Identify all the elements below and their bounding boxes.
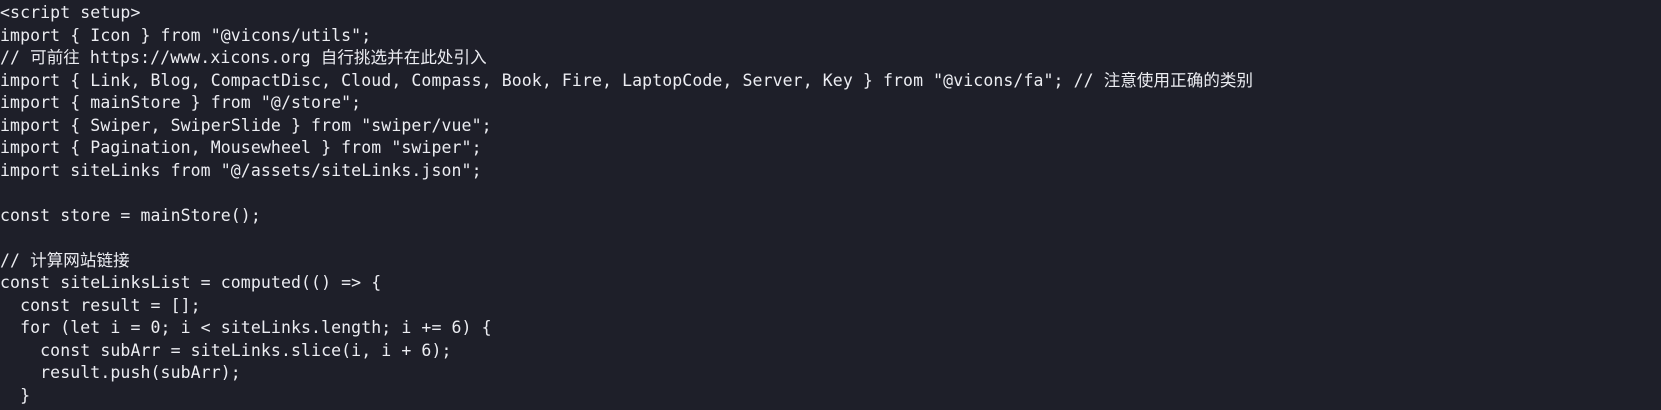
code-line-14: const result = [];: [0, 295, 201, 315]
code-editor[interactable]: <script setup> import { Icon } from "@vi…: [0, 0, 1661, 410]
code-line-15: for (let i = 0; i < siteLinks.length; i …: [0, 318, 492, 337]
code-line-18: }: [0, 385, 31, 405]
code-line-10: const store = mainStore();: [0, 205, 261, 225]
code-line-6: import { Swiper, SwiperSlide } from "swi…: [0, 115, 492, 135]
code-line-13: const siteLinksList = computed(() => {: [0, 273, 382, 292]
code-line-4: import { Link, Blog, CompactDisc, Cloud,…: [0, 70, 1254, 90]
code-line-12: // 计算网站链接: [0, 250, 130, 270]
code-line-3: // 可前往 https://www.xicons.org 自行挑选并在此处引入: [0, 48, 487, 67]
code-content: <script setup> import { Icon } from "@vi…: [0, 2, 1253, 407]
code-line-1: <script setup>: [0, 3, 141, 22]
code-line-8: import siteLinks from "@/assets/siteLink…: [0, 160, 482, 180]
code-line-16: const subArr = siteLinks.slice(i, i + 6)…: [0, 340, 452, 360]
code-line-7: import { Pagination, Mousewheel } from "…: [0, 138, 482, 157]
code-line-17: result.push(subArr);: [0, 363, 241, 382]
code-line-5: import { mainStore } from "@/store";: [0, 93, 362, 112]
code-line-2: import { Icon } from "@vicons/utils";: [0, 25, 372, 45]
